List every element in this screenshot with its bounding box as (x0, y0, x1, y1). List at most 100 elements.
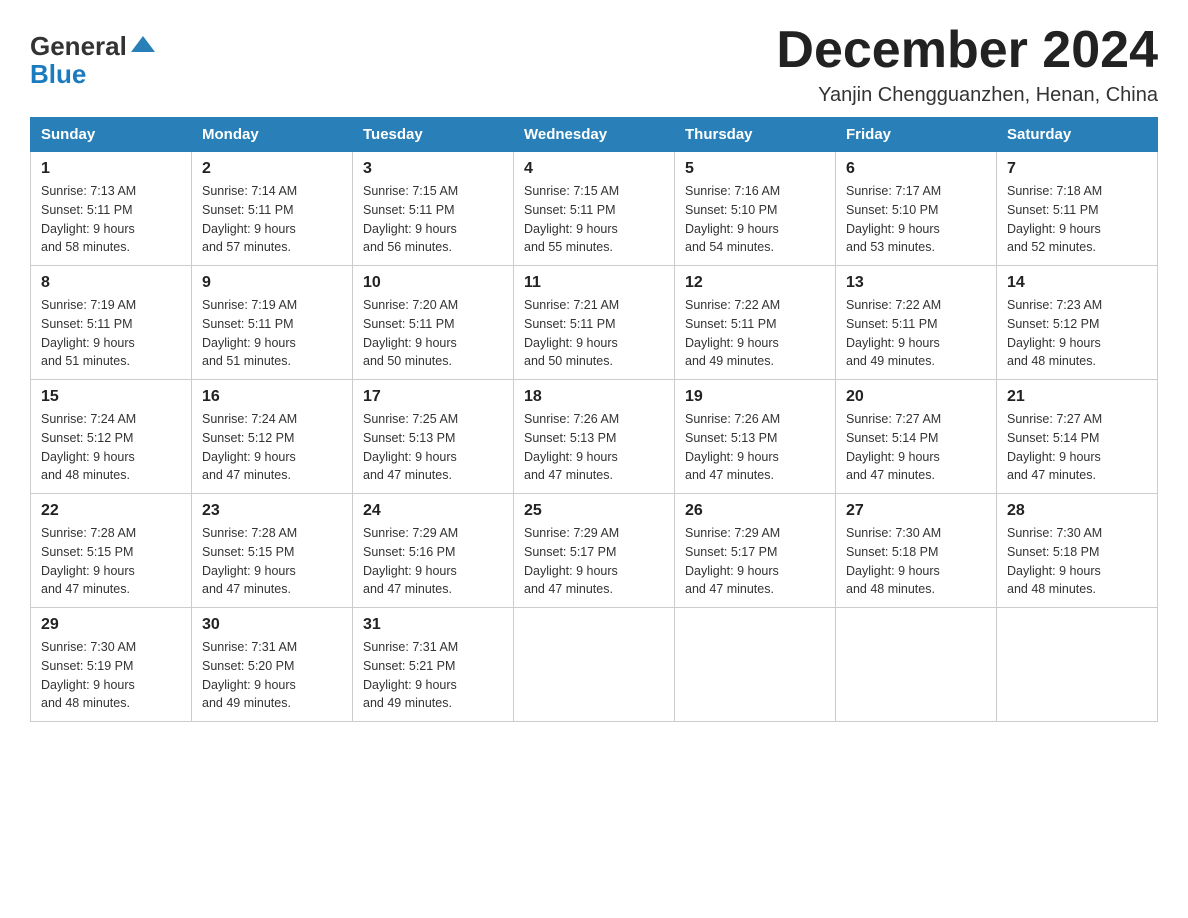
table-row: 1 Sunrise: 7:13 AMSunset: 5:11 PMDayligh… (31, 152, 192, 266)
day-number: 9 (202, 274, 342, 292)
day-info: Sunrise: 7:30 AMSunset: 5:19 PMDaylight:… (41, 638, 181, 713)
calendar-week-row: 29 Sunrise: 7:30 AMSunset: 5:19 PMDaylig… (31, 608, 1158, 722)
day-number: 20 (846, 388, 986, 406)
table-row: 14 Sunrise: 7:23 AMSunset: 5:12 PMDaylig… (997, 266, 1158, 380)
table-row (836, 608, 997, 722)
day-number: 21 (1007, 388, 1147, 406)
day-number: 17 (363, 388, 503, 406)
table-row: 19 Sunrise: 7:26 AMSunset: 5:13 PMDaylig… (675, 380, 836, 494)
table-row: 28 Sunrise: 7:30 AMSunset: 5:18 PMDaylig… (997, 494, 1158, 608)
logo: General Blue (30, 30, 157, 90)
table-row: 16 Sunrise: 7:24 AMSunset: 5:12 PMDaylig… (192, 380, 353, 494)
day-number: 5 (685, 160, 825, 178)
table-row: 23 Sunrise: 7:28 AMSunset: 5:15 PMDaylig… (192, 494, 353, 608)
day-info: Sunrise: 7:19 AMSunset: 5:11 PMDaylight:… (202, 296, 342, 371)
day-number: 7 (1007, 160, 1147, 178)
table-row: 2 Sunrise: 7:14 AMSunset: 5:11 PMDayligh… (192, 152, 353, 266)
day-number: 15 (41, 388, 181, 406)
col-wednesday: Wednesday (514, 118, 675, 152)
calendar-header-row: Sunday Monday Tuesday Wednesday Thursday… (31, 118, 1158, 152)
day-number: 13 (846, 274, 986, 292)
col-sunday: Sunday (31, 118, 192, 152)
day-number: 22 (41, 502, 181, 520)
logo-general-text: General (30, 31, 127, 62)
col-tuesday: Tuesday (353, 118, 514, 152)
day-number: 24 (363, 502, 503, 520)
day-number: 25 (524, 502, 664, 520)
day-number: 6 (846, 160, 986, 178)
day-info: Sunrise: 7:29 AMSunset: 5:17 PMDaylight:… (524, 524, 664, 599)
table-row: 13 Sunrise: 7:22 AMSunset: 5:11 PMDaylig… (836, 266, 997, 380)
day-number: 18 (524, 388, 664, 406)
day-number: 19 (685, 388, 825, 406)
day-info: Sunrise: 7:26 AMSunset: 5:13 PMDaylight:… (524, 410, 664, 485)
day-info: Sunrise: 7:19 AMSunset: 5:11 PMDaylight:… (41, 296, 181, 371)
day-info: Sunrise: 7:31 AMSunset: 5:20 PMDaylight:… (202, 638, 342, 713)
table-row: 31 Sunrise: 7:31 AMSunset: 5:21 PMDaylig… (353, 608, 514, 722)
day-number: 14 (1007, 274, 1147, 292)
day-info: Sunrise: 7:30 AMSunset: 5:18 PMDaylight:… (846, 524, 986, 599)
calendar-subtitle: Yanjin Chengguanzhen, Henan, China (776, 84, 1158, 107)
day-number: 26 (685, 502, 825, 520)
day-info: Sunrise: 7:16 AMSunset: 5:10 PMDaylight:… (685, 182, 825, 257)
table-row: 30 Sunrise: 7:31 AMSunset: 5:20 PMDaylig… (192, 608, 353, 722)
day-info: Sunrise: 7:21 AMSunset: 5:11 PMDaylight:… (524, 296, 664, 371)
day-info: Sunrise: 7:28 AMSunset: 5:15 PMDaylight:… (202, 524, 342, 599)
day-number: 28 (1007, 502, 1147, 520)
day-info: Sunrise: 7:23 AMSunset: 5:12 PMDaylight:… (1007, 296, 1147, 371)
day-info: Sunrise: 7:14 AMSunset: 5:11 PMDaylight:… (202, 182, 342, 257)
col-friday: Friday (836, 118, 997, 152)
day-number: 27 (846, 502, 986, 520)
table-row: 17 Sunrise: 7:25 AMSunset: 5:13 PMDaylig… (353, 380, 514, 494)
table-row (675, 608, 836, 722)
day-info: Sunrise: 7:18 AMSunset: 5:11 PMDaylight:… (1007, 182, 1147, 257)
table-row: 8 Sunrise: 7:19 AMSunset: 5:11 PMDayligh… (31, 266, 192, 380)
day-number: 1 (41, 160, 181, 178)
table-row: 26 Sunrise: 7:29 AMSunset: 5:17 PMDaylig… (675, 494, 836, 608)
calendar-week-row: 22 Sunrise: 7:28 AMSunset: 5:15 PMDaylig… (31, 494, 1158, 608)
day-info: Sunrise: 7:26 AMSunset: 5:13 PMDaylight:… (685, 410, 825, 485)
day-number: 16 (202, 388, 342, 406)
table-row (997, 608, 1158, 722)
table-row: 29 Sunrise: 7:30 AMSunset: 5:19 PMDaylig… (31, 608, 192, 722)
day-number: 3 (363, 160, 503, 178)
title-block: December 2024 Yanjin Chengguanzhen, Hena… (776, 20, 1158, 107)
day-number: 10 (363, 274, 503, 292)
calendar-table: Sunday Monday Tuesday Wednesday Thursday… (30, 117, 1158, 722)
day-number: 23 (202, 502, 342, 520)
table-row: 27 Sunrise: 7:30 AMSunset: 5:18 PMDaylig… (836, 494, 997, 608)
table-row: 21 Sunrise: 7:27 AMSunset: 5:14 PMDaylig… (997, 380, 1158, 494)
calendar-week-row: 8 Sunrise: 7:19 AMSunset: 5:11 PMDayligh… (31, 266, 1158, 380)
col-thursday: Thursday (675, 118, 836, 152)
day-info: Sunrise: 7:31 AMSunset: 5:21 PMDaylight:… (363, 638, 503, 713)
day-info: Sunrise: 7:27 AMSunset: 5:14 PMDaylight:… (1007, 410, 1147, 485)
table-row: 4 Sunrise: 7:15 AMSunset: 5:11 PMDayligh… (514, 152, 675, 266)
day-number: 30 (202, 616, 342, 634)
day-info: Sunrise: 7:22 AMSunset: 5:11 PMDaylight:… (685, 296, 825, 371)
table-row: 3 Sunrise: 7:15 AMSunset: 5:11 PMDayligh… (353, 152, 514, 266)
table-row: 25 Sunrise: 7:29 AMSunset: 5:17 PMDaylig… (514, 494, 675, 608)
day-info: Sunrise: 7:24 AMSunset: 5:12 PMDaylight:… (41, 410, 181, 485)
day-info: Sunrise: 7:17 AMSunset: 5:10 PMDaylight:… (846, 182, 986, 257)
day-info: Sunrise: 7:24 AMSunset: 5:12 PMDaylight:… (202, 410, 342, 485)
table-row: 24 Sunrise: 7:29 AMSunset: 5:16 PMDaylig… (353, 494, 514, 608)
day-info: Sunrise: 7:29 AMSunset: 5:17 PMDaylight:… (685, 524, 825, 599)
table-row: 5 Sunrise: 7:16 AMSunset: 5:10 PMDayligh… (675, 152, 836, 266)
day-info: Sunrise: 7:15 AMSunset: 5:11 PMDaylight:… (363, 182, 503, 257)
calendar-title: December 2024 (776, 20, 1158, 80)
calendar-week-row: 1 Sunrise: 7:13 AMSunset: 5:11 PMDayligh… (31, 152, 1158, 266)
table-row: 22 Sunrise: 7:28 AMSunset: 5:15 PMDaylig… (31, 494, 192, 608)
day-info: Sunrise: 7:27 AMSunset: 5:14 PMDaylight:… (846, 410, 986, 485)
table-row: 9 Sunrise: 7:19 AMSunset: 5:11 PMDayligh… (192, 266, 353, 380)
col-saturday: Saturday (997, 118, 1158, 152)
calendar-week-row: 15 Sunrise: 7:24 AMSunset: 5:12 PMDaylig… (31, 380, 1158, 494)
table-row: 12 Sunrise: 7:22 AMSunset: 5:11 PMDaylig… (675, 266, 836, 380)
day-info: Sunrise: 7:25 AMSunset: 5:13 PMDaylight:… (363, 410, 503, 485)
day-info: Sunrise: 7:22 AMSunset: 5:11 PMDaylight:… (846, 296, 986, 371)
table-row: 18 Sunrise: 7:26 AMSunset: 5:13 PMDaylig… (514, 380, 675, 494)
logo-blue-text: Blue (30, 59, 86, 90)
logo-arrow-icon (129, 30, 157, 63)
day-info: Sunrise: 7:15 AMSunset: 5:11 PMDaylight:… (524, 182, 664, 257)
day-number: 29 (41, 616, 181, 634)
table-row: 15 Sunrise: 7:24 AMSunset: 5:12 PMDaylig… (31, 380, 192, 494)
